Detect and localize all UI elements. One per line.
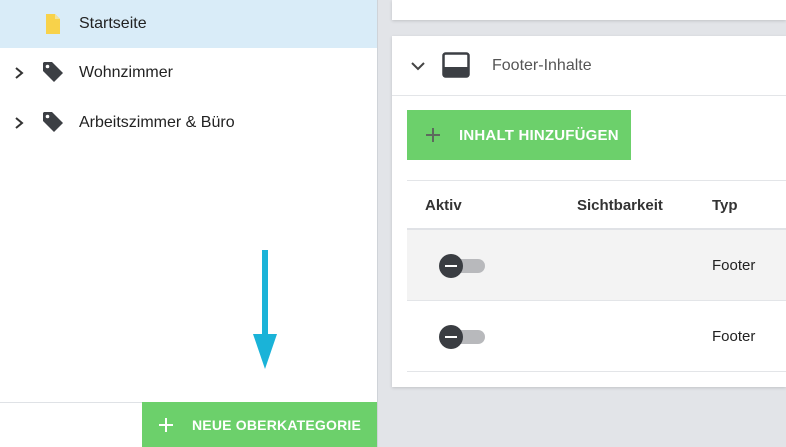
toggle-off-icon — [439, 325, 463, 349]
previous-panel — [392, 0, 786, 20]
table-header: Aktiv Sichtbarkeit Typ — [407, 180, 786, 230]
plus-icon — [426, 128, 440, 142]
table-row[interactable]: Footer — [407, 230, 786, 301]
new-category-button[interactable]: NEUE OBERKATEGORIE — [142, 402, 377, 447]
category-sidebar: Startseite Wohnzimmer Arbeitszimmer & Bü… — [0, 0, 377, 447]
plus-icon — [159, 417, 173, 432]
active-toggle[interactable] — [439, 325, 485, 349]
tree-item-arbeitszimmer[interactable]: Arbeitszimmer & Büro — [0, 99, 377, 147]
tree-item-label: Arbeitszimmer & Büro — [79, 114, 235, 131]
column-header-aktiv[interactable]: Aktiv — [425, 197, 462, 214]
tag-icon — [43, 62, 63, 82]
chevron-down-icon[interactable] — [410, 60, 426, 72]
tree-item-wohnzimmer[interactable]: Wohnzimmer — [0, 49, 377, 97]
column-header-typ[interactable]: Typ — [712, 197, 738, 214]
table-row[interactable]: Footer — [407, 301, 786, 372]
add-content-label: INHALT HINZUFÜGEN — [459, 126, 619, 144]
tree-item-startseite[interactable]: Startseite — [0, 0, 377, 48]
down-arrow-icon — [253, 250, 277, 369]
window-layout-icon — [442, 52, 470, 78]
content-table: Aktiv Sichtbarkeit Typ Footer Footer — [407, 180, 786, 372]
chevron-right-icon[interactable] — [12, 66, 26, 80]
panel-title: Footer-Inhalte — [492, 57, 592, 74]
page-icon — [46, 14, 60, 34]
panel-header[interactable]: Footer-Inhalte — [392, 36, 786, 96]
new-category-label: NEUE OBERKATEGORIE — [192, 416, 362, 433]
chevron-right-icon[interactable] — [12, 116, 26, 130]
column-header-sichtbarkeit[interactable]: Sichtbarkeit — [577, 197, 663, 214]
type-cell: Footer — [712, 328, 756, 345]
add-content-button[interactable]: INHALT HINZUFÜGEN — [407, 110, 631, 160]
tree-item-label: Startseite — [79, 15, 147, 32]
tree-item-label: Wohnzimmer — [79, 64, 173, 81]
footer-content-panel: Footer-Inhalte INHALT HINZUFÜGEN Aktiv S… — [392, 36, 786, 387]
toggle-off-icon — [439, 254, 463, 278]
sidebar-divider — [377, 0, 378, 447]
active-toggle[interactable] — [439, 254, 485, 278]
tag-icon — [43, 112, 63, 132]
type-cell: Footer — [712, 257, 756, 274]
